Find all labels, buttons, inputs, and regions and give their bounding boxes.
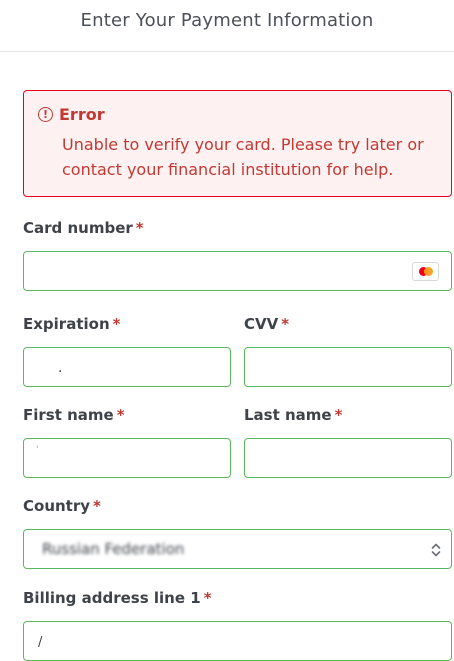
- required-asterisk: *: [112, 315, 121, 333]
- last-name-input[interactable]: [244, 438, 452, 478]
- required-asterisk: *: [281, 315, 290, 333]
- required-asterisk: *: [135, 219, 144, 237]
- card-number-input[interactable]: [23, 251, 452, 291]
- first-name-value: ': [36, 445, 39, 455]
- expiration-group: Expiration * .: [23, 315, 231, 387]
- page-header: Enter Your Payment Information: [0, 0, 454, 52]
- country-group: Country * Russian Federation: [23, 497, 452, 569]
- cvv-input[interactable]: [244, 347, 452, 387]
- page-title: Enter Your Payment Information: [80, 10, 374, 31]
- billing-address-1-label: Billing address line 1 *: [23, 589, 212, 607]
- required-asterisk: *: [93, 497, 101, 515]
- last-name-label: Last name *: [244, 406, 343, 424]
- error-message: Unable to verify your card. Please try l…: [62, 135, 424, 179]
- cvv-group: CVV *: [244, 315, 452, 387]
- country-value: Russian Federation: [42, 540, 185, 558]
- first-name-group: First name * ': [23, 406, 231, 478]
- mastercard-icon: [412, 262, 439, 281]
- expiration-cvv-row: Expiration * . CVV *: [23, 315, 452, 387]
- country-select[interactable]: Russian Federation: [23, 529, 452, 569]
- select-arrows-icon: [431, 543, 441, 557]
- name-row: First name * ' Last name *: [23, 406, 452, 478]
- expiration-label: Expiration *: [23, 315, 121, 333]
- error-alert: ! Error Unable to verify your card. Plea…: [23, 90, 452, 197]
- first-name-label: First name *: [23, 406, 125, 424]
- expiration-input[interactable]: .: [23, 347, 231, 387]
- payment-form: ! Error Unable to verify your card. Plea…: [0, 52, 454, 661]
- error-title: Error: [59, 105, 105, 124]
- error-header: ! Error: [38, 105, 437, 124]
- country-label: Country *: [23, 497, 101, 515]
- card-number-group: Card number *: [23, 219, 452, 291]
- required-asterisk: *: [334, 406, 343, 424]
- billing-address-1-group: Billing address line 1 * /: [23, 589, 452, 661]
- card-number-label: Card number *: [23, 219, 144, 237]
- expiration-value: .: [58, 360, 63, 376]
- first-name-input[interactable]: ': [23, 438, 231, 478]
- billing-address-1-value: /: [38, 635, 43, 650]
- billing-address-1-input[interactable]: /: [23, 621, 452, 661]
- required-asterisk: *: [203, 589, 212, 607]
- cvv-label: CVV *: [244, 315, 290, 333]
- alert-icon: !: [38, 107, 53, 122]
- required-asterisk: *: [116, 406, 125, 424]
- last-name-group: Last name *: [244, 406, 452, 478]
